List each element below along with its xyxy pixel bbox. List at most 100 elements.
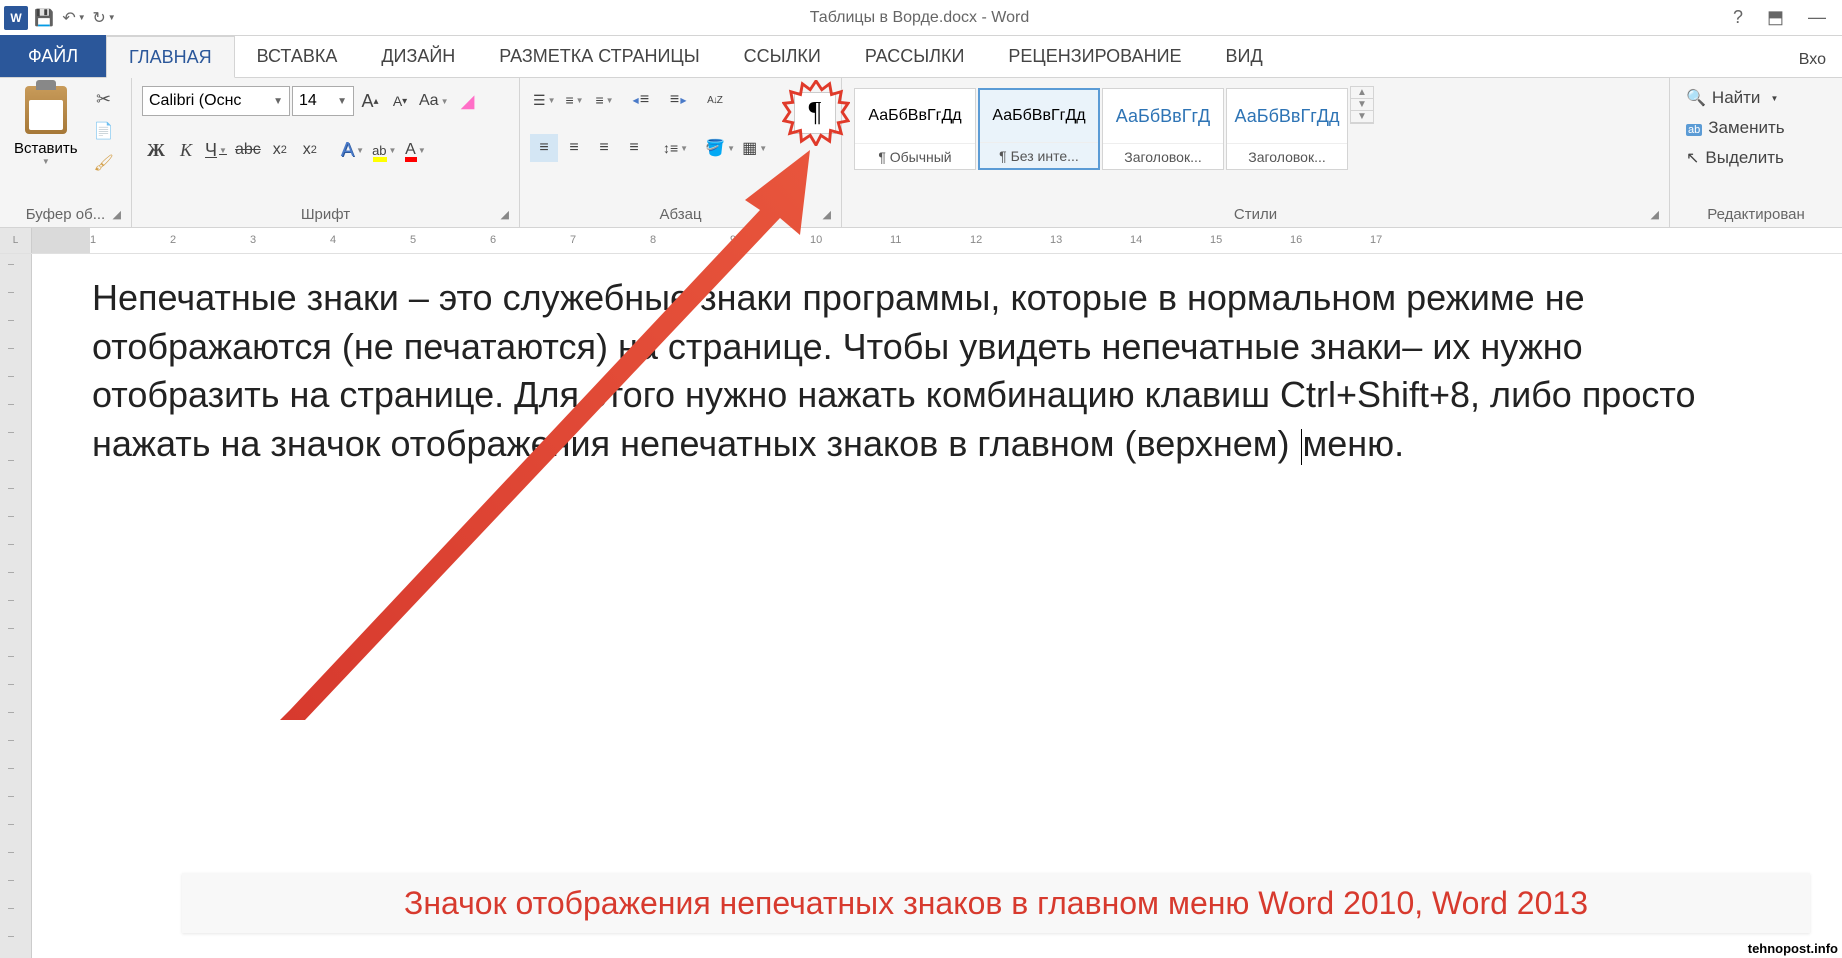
chevron-down-icon: ▼ xyxy=(108,13,116,22)
show-hide-formatting-button[interactable]: ¶ xyxy=(794,92,836,134)
align-left-button[interactable]: ≡ xyxy=(530,134,558,162)
styles-scroll: ▲ ▼ ▼ xyxy=(1350,86,1374,124)
dialog-launcher-icon[interactable]: ◢ xyxy=(111,206,123,223)
style-heading2[interactable]: АаБбВвГгДд Заголовок... xyxy=(1226,88,1348,170)
justify-button[interactable]: ≡ xyxy=(620,134,648,162)
style-preview: АаБбВвГгД xyxy=(1103,89,1223,143)
quick-access-toolbar: W 💾 ↶▼ ↻▼ xyxy=(0,4,122,32)
save-button[interactable]: 💾 xyxy=(30,4,58,32)
sign-in-link[interactable]: Вхо xyxy=(1783,43,1842,77)
font-color-button[interactable]: ▼ xyxy=(401,136,429,164)
select-button[interactable]: Выделить xyxy=(1680,146,1791,170)
tab-page-layout[interactable]: РАЗМЕТКА СТРАНИЦЫ xyxy=(477,35,721,77)
ribbon-tabs: ФАЙЛ ГЛАВНАЯ ВСТАВКА ДИЗАЙН РАЗМЕТКА СТР… xyxy=(0,36,1842,78)
tab-design[interactable]: ДИЗАЙН xyxy=(359,35,477,77)
search-icon xyxy=(1686,88,1706,108)
style-name-label: Заголовок... xyxy=(1227,143,1347,169)
italic-button[interactable]: К xyxy=(172,136,200,164)
style-normal[interactable]: АаБбВвГгДд ¶ Обычный xyxy=(854,88,976,170)
decrease-indent-button[interactable] xyxy=(630,86,658,114)
align-right-button[interactable]: ≡ xyxy=(590,134,618,162)
tab-mailings[interactable]: РАССЫЛКИ xyxy=(843,35,987,77)
grow-font-button[interactable] xyxy=(356,87,384,115)
strikethrough-button[interactable]: abc xyxy=(232,136,264,164)
underline-button[interactable]: Ч▼ xyxy=(202,136,230,164)
increase-indent-button[interactable] xyxy=(660,86,688,114)
style-preview: АаБбВвГгДд xyxy=(855,89,975,143)
group-font: Calibri (Оснс▼ 14▼ ▼ ◢ Ж К Ч▼ abc x2 x2 … xyxy=(132,78,520,227)
tab-references[interactable]: ССЫЛКИ xyxy=(722,35,843,77)
ruler-corner[interactable]: L xyxy=(0,228,32,253)
style-name-label: Заголовок... xyxy=(1103,143,1223,169)
highlight-button[interactable]: ▼ xyxy=(369,136,399,164)
clipboard-icon xyxy=(25,86,67,134)
tab-home[interactable]: ГЛАВНАЯ xyxy=(106,36,235,78)
style-name-label: ¶ Без инте... xyxy=(980,142,1098,168)
shading-button[interactable]: ▼ xyxy=(703,134,737,162)
chevron-down-icon: ▼ xyxy=(78,13,86,22)
styles-scroll-up[interactable]: ▲ xyxy=(1351,87,1373,99)
tab-view[interactable]: ВИД xyxy=(1204,35,1285,77)
styles-expand[interactable]: ▼ xyxy=(1351,111,1373,123)
redo-button[interactable]: ↻▼ xyxy=(90,4,118,32)
borders-button[interactable]: ▼ xyxy=(739,134,770,162)
replace-icon xyxy=(1686,118,1702,138)
group-label-styles: Стили◢ xyxy=(848,201,1663,227)
undo-button[interactable]: ↶▼ xyxy=(60,4,88,32)
document-area: Непечатные знаки – это служебные знаки п… xyxy=(0,254,1842,958)
superscript-button[interactable]: x2 xyxy=(296,136,324,164)
group-label-clipboard: Буфер об...◢ xyxy=(6,201,125,227)
tab-review[interactable]: РЕЦЕНЗИРОВАНИЕ xyxy=(986,35,1203,77)
caption-text: Значок отображения непечатных знаков в г… xyxy=(404,885,1588,922)
style-no-spacing[interactable]: АаБбВвГгДд ¶ Без инте... xyxy=(978,88,1100,170)
font-name-combo[interactable]: Calibri (Оснс▼ xyxy=(142,86,290,116)
tab-file[interactable]: ФАЙЛ xyxy=(0,35,106,77)
chevron-down-icon: ▼ xyxy=(42,157,50,166)
redo-icon: ↻ xyxy=(92,8,105,28)
horizontal-ruler[interactable]: 1234567891011121314151617 xyxy=(32,228,1842,253)
find-button[interactable]: Найти▼ xyxy=(1680,86,1791,110)
shrink-font-button[interactable] xyxy=(386,87,414,115)
align-center-button[interactable]: ≡ xyxy=(560,134,588,162)
sort-button[interactable] xyxy=(700,86,728,114)
help-button[interactable]: ? xyxy=(1733,7,1743,28)
ribbon-options-button[interactable]: ⬒ xyxy=(1767,7,1784,28)
minimize-button[interactable]: — xyxy=(1808,7,1826,28)
tab-insert[interactable]: ВСТАВКА xyxy=(235,35,360,77)
window-controls: ? ⬒ — xyxy=(1717,7,1842,28)
line-spacing-button[interactable]: ▼ xyxy=(660,134,691,162)
dialog-launcher-icon[interactable]: ◢ xyxy=(821,206,833,223)
subscript-button[interactable]: x2 xyxy=(266,136,294,164)
format-painter-button[interactable] xyxy=(90,150,118,176)
bold-button[interactable]: Ж xyxy=(142,136,170,164)
style-heading1[interactable]: АаБбВвГгД Заголовок... xyxy=(1102,88,1224,170)
vertical-ruler[interactable] xyxy=(0,254,32,958)
multilevel-list-button[interactable]: ▼ xyxy=(590,86,618,114)
group-label-font: Шрифт◢ xyxy=(138,201,513,227)
paste-label: Вставить xyxy=(14,140,78,157)
dialog-launcher-icon[interactable]: ◢ xyxy=(499,206,511,223)
ruler-area: L 1234567891011121314151617 xyxy=(0,228,1842,254)
copy-button[interactable] xyxy=(90,118,118,144)
cut-button[interactable] xyxy=(90,86,118,112)
bullets-button[interactable]: ▼ xyxy=(530,86,558,114)
document-page[interactable]: Непечатные знаки – это служебные знаки п… xyxy=(32,254,1842,958)
chevron-down-icon: ▼ xyxy=(337,96,347,107)
annotation-caption: Значок отображения непечатных знаков в г… xyxy=(182,873,1810,933)
document-paragraph[interactable]: Непечатные знаки – это служебные знаки п… xyxy=(92,274,1752,468)
paste-button[interactable]: Вставить ▼ xyxy=(6,82,86,170)
word-app-icon: W xyxy=(4,6,28,30)
style-preview: АаБбВвГгДд xyxy=(1227,89,1347,143)
group-clipboard: Вставить ▼ Буфер об...◢ xyxy=(0,78,132,227)
group-label-editing: Редактирован xyxy=(1676,201,1836,227)
styles-scroll-down[interactable]: ▼ xyxy=(1351,99,1373,111)
change-case-button[interactable]: ▼ xyxy=(416,87,452,115)
clear-formatting-button[interactable]: ◢ xyxy=(454,87,482,115)
style-name-label: ¶ Обычный xyxy=(855,143,975,169)
font-size-combo[interactable]: 14▼ xyxy=(292,86,354,116)
replace-button[interactable]: Заменить xyxy=(1680,116,1791,140)
group-label-paragraph: Абзац◢ xyxy=(526,201,835,227)
numbering-button[interactable]: ▼ xyxy=(560,86,588,114)
dialog-launcher-icon[interactable]: ◢ xyxy=(1649,206,1661,223)
text-effects-button[interactable]: ▼ xyxy=(338,136,367,164)
